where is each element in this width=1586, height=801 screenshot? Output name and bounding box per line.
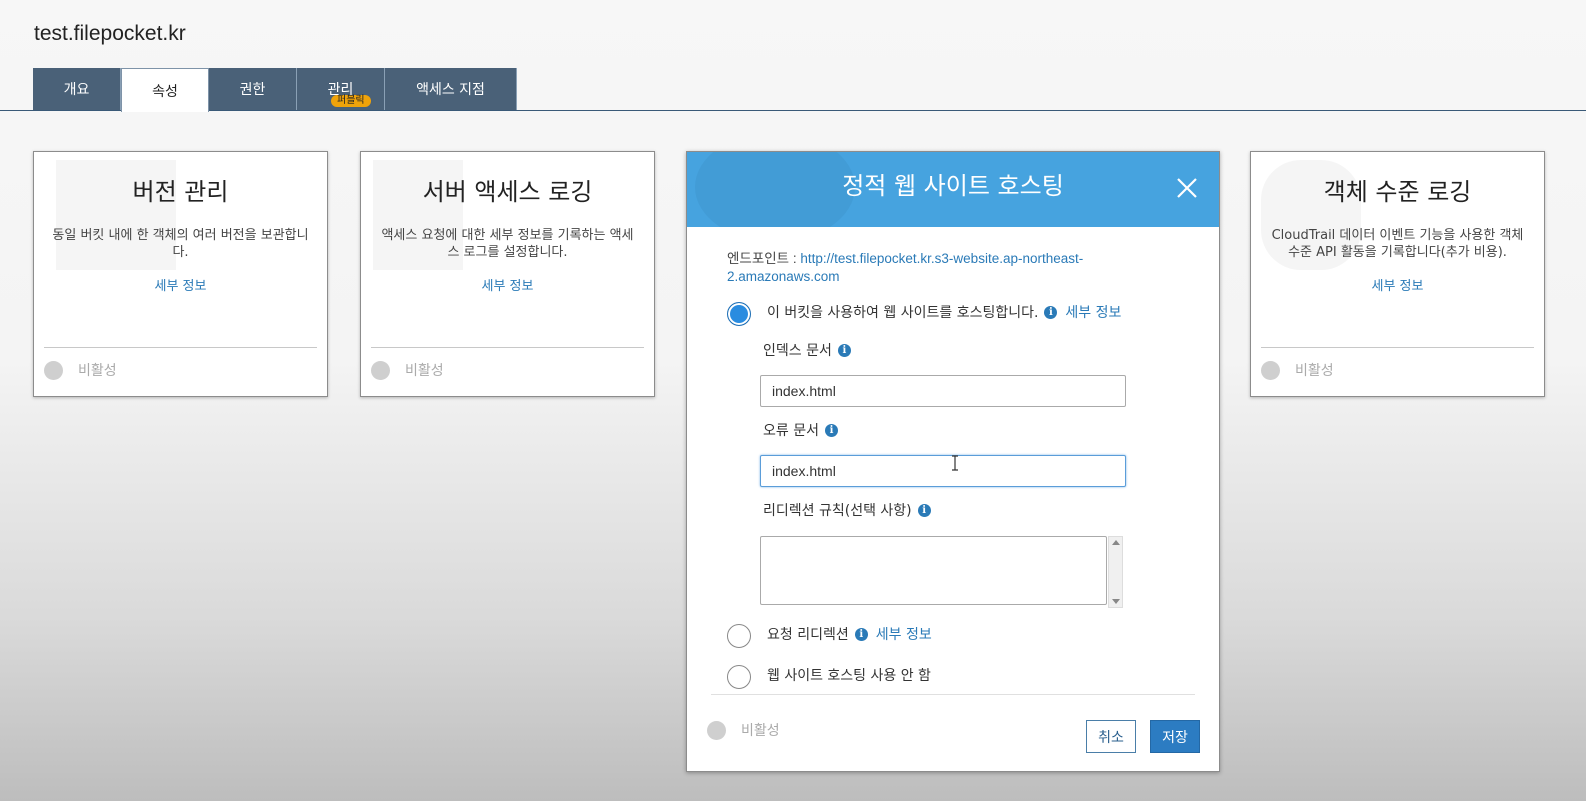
index-document-input[interactable] (760, 375, 1126, 407)
card-status: 비활성 (371, 360, 444, 380)
disable-hosting-radio[interactable] (727, 665, 751, 689)
details-link[interactable]: 세부 정보 (1251, 275, 1544, 294)
details-link[interactable]: 세부 정보 (876, 624, 932, 644)
dialog-divider (711, 694, 1195, 695)
text-cursor-icon (952, 455, 958, 471)
public-badge: 퍼블릭 (331, 95, 371, 107)
endpoint-label: 엔드포인트 : (727, 251, 801, 266)
info-icon[interactable]: i (917, 503, 931, 517)
error-document-label: 오류 문서 i (763, 420, 838, 440)
tab-overview[interactable]: 개요 (33, 68, 121, 110)
label-text: 인덱스 문서 (763, 343, 832, 359)
card-status: 비활성 (44, 360, 117, 380)
disable-hosting-option: 웹 사이트 호스팅 사용 안 함 (767, 665, 931, 685)
object-level-logging-card[interactable]: 객체 수준 로깅 CloudTrail 데이터 이벤트 기능을 사용한 객체 수… (1250, 151, 1545, 397)
tab-bar: 개요 속성 권한 관리 퍼블릭 액세스 지점 (33, 68, 517, 112)
card-title: 서버 액세스 로깅 (422, 178, 593, 206)
bucket-title: test.filepocket.kr (34, 22, 186, 45)
redirection-rules-textarea[interactable] (760, 536, 1107, 605)
details-link[interactable]: 세부 정보 (361, 275, 654, 294)
tab-permissions[interactable]: 권한 (209, 68, 297, 110)
tab-properties[interactable]: 속성 (121, 68, 209, 112)
info-icon[interactable]: i (837, 343, 851, 357)
tab-label: 속성 (152, 83, 178, 100)
option-label: 이 버킷을 사용하여 웹 사이트를 호스팅합니다. (767, 305, 1039, 321)
card-title: 버전 관리 (132, 178, 229, 206)
cancel-button[interactable]: 취소 (1086, 720, 1136, 753)
redirect-requests-radio[interactable] (727, 624, 751, 648)
card-description: CloudTrail 데이터 이벤트 기능을 사용한 객체 수준 API 활동을… (1271, 228, 1524, 260)
card-title: 객체 수준 로깅 (1323, 178, 1472, 206)
info-icon[interactable]: i (1044, 305, 1058, 319)
host-website-radio[interactable] (727, 302, 751, 326)
close-icon[interactable] (1175, 176, 1199, 200)
dialog-title: 정적 웹 사이트 호스팅 (842, 172, 1064, 200)
status-dot-icon (1261, 360, 1280, 380)
tab-management[interactable]: 관리 퍼블릭 (297, 68, 385, 110)
dialog-status: 비활성 (707, 720, 780, 740)
tab-label: 권한 (239, 82, 266, 98)
details-link[interactable]: 세부 정보 (1065, 302, 1121, 322)
label-text: 오류 문서 (763, 423, 819, 439)
option-label: 요청 리디렉션 (767, 627, 849, 643)
card-divider (371, 347, 644, 348)
info-icon[interactable]: i (824, 423, 838, 437)
status-dot-icon (44, 360, 63, 380)
index-document-label: 인덱스 문서 i (763, 340, 851, 360)
tab-access-points[interactable]: 액세스 지점 (385, 68, 517, 110)
card-status: 비활성 (1261, 360, 1334, 380)
card-description: 동일 버킷 내에 한 객체의 여러 버전을 보관합니다. (52, 228, 309, 260)
scroll-up-icon[interactable] (1112, 540, 1120, 545)
error-document-input[interactable] (760, 455, 1126, 487)
tab-label: 개요 (63, 82, 90, 98)
server-access-logging-card[interactable]: 서버 액세스 로깅 액세스 요청에 대한 세부 정보를 기록하는 액세스 로그를… (360, 151, 655, 397)
option-label: 웹 사이트 호스팅 사용 안 함 (767, 668, 931, 684)
tab-label: 액세스 지점 (416, 82, 485, 98)
details-link[interactable]: 세부 정보 (34, 275, 327, 294)
status-text: 비활성 (741, 723, 780, 739)
redirection-rules-label: 리디렉션 규칙(선택 사항) i (763, 500, 931, 520)
static-website-hosting-dialog: 정적 웹 사이트 호스팅 엔드포인트 : http://test.filepoc… (686, 151, 1220, 772)
card-divider (44, 347, 317, 348)
status-dot-icon (707, 720, 726, 740)
status-text: 비활성 (1295, 363, 1334, 379)
host-website-option: 이 버킷을 사용하여 웹 사이트를 호스팅합니다. i 세부 정보 (767, 302, 1121, 322)
card-divider (1261, 347, 1534, 348)
endpoint-text: 엔드포인트 : http://test.filepocket.kr.s3-web… (727, 250, 1117, 286)
info-icon[interactable]: i (854, 627, 868, 641)
textarea-scrollbar[interactable] (1108, 536, 1123, 608)
status-dot-icon (371, 360, 390, 380)
status-text: 비활성 (78, 363, 117, 379)
card-description: 액세스 요청에 대한 세부 정보를 기록하는 액세스 로그를 설정합니다. (381, 228, 634, 260)
redirect-requests-option: 요청 리디렉션 i 세부 정보 (767, 624, 932, 644)
scroll-down-icon[interactable] (1112, 599, 1120, 604)
save-button[interactable]: 저장 (1150, 720, 1200, 753)
status-text: 비활성 (405, 363, 444, 379)
dialog-header: 정적 웹 사이트 호스팅 (687, 152, 1219, 227)
label-text: 리디렉션 규칙(선택 사항) (763, 503, 912, 519)
versioning-card[interactable]: 버전 관리 동일 버킷 내에 한 객체의 여러 버전을 보관합니다. 세부 정보… (33, 151, 328, 397)
